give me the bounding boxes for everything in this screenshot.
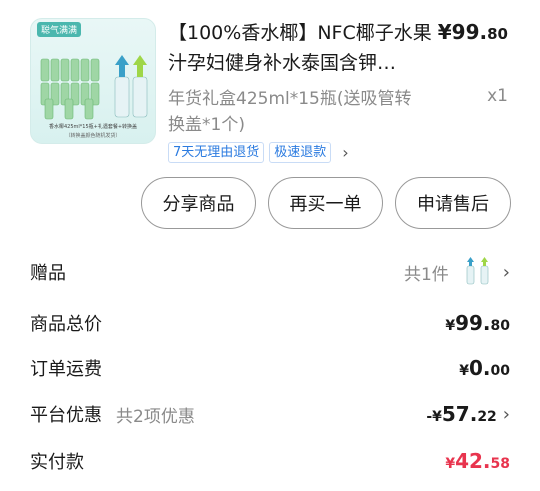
- gift-label: 赠品: [30, 263, 66, 284]
- discount-row[interactable]: 平台优惠 共2项优惠 -¥57.22 ›: [30, 399, 510, 429]
- shipping-amount: ¥0.00: [459, 356, 510, 380]
- chevron-right-icon[interactable]: ›: [342, 143, 348, 162]
- shipping-label: 订单运费: [30, 359, 102, 380]
- gift-count: 共1件: [403, 264, 449, 285]
- image-caption: 香水椰425ml*15瓶+礼遇套餐+转换盖: [48, 124, 138, 130]
- product-spec: 年货礼盒425ml*15瓶(送吸管转换盖*1个): [168, 89, 412, 135]
- goods-total-amount: ¥99.80: [445, 311, 510, 335]
- product-title[interactable]: 【100%香水椰】NFC椰子水果汁孕妇健身补水泰国含钾…: [168, 18, 438, 78]
- discount-count: 共2项优惠: [116, 406, 195, 427]
- product-quantity: x1: [487, 86, 508, 106]
- after-sale-button[interactable]: 申请售后: [395, 177, 511, 229]
- rebuy-button[interactable]: 再买一单: [268, 177, 383, 229]
- shipping-row: 订单运费 ¥0.00: [30, 353, 510, 383]
- paid-label: 实付款: [30, 452, 84, 473]
- paid-amount: ¥42.58: [445, 449, 510, 473]
- product-price: ¥99.80: [437, 20, 508, 44]
- chevron-right-icon: ›: [502, 261, 510, 283]
- gift-thumbnail: [466, 257, 489, 285]
- gift-row[interactable]: 赠品 共1件 ›: [30, 257, 510, 287]
- goods-total-row: 商品总价 ¥99.80: [30, 308, 510, 338]
- discount-amount: -¥57.22: [426, 402, 497, 426]
- tag-7day-return: 7天无理由退货: [168, 142, 265, 163]
- image-caption-secondary: （转换盖颜色随机发货）: [65, 133, 121, 139]
- tag-fast-refund: 极速退款: [269, 142, 332, 163]
- goods-total-label: 商品总价: [30, 314, 102, 335]
- chevron-right-icon: ›: [502, 403, 510, 425]
- paid-row: 实付款 ¥42.58: [30, 446, 510, 476]
- discount-label: 平台优惠: [30, 405, 102, 426]
- product-image[interactable]: 聪气满满 香水椰425ml*15瓶+礼遇套餐+转换盖 （转换盖颜色随机发货）: [30, 18, 156, 144]
- share-product-button[interactable]: 分享商品: [141, 177, 256, 229]
- service-tags[interactable]: 7天无理由退货 极速退款 ›: [168, 142, 349, 163]
